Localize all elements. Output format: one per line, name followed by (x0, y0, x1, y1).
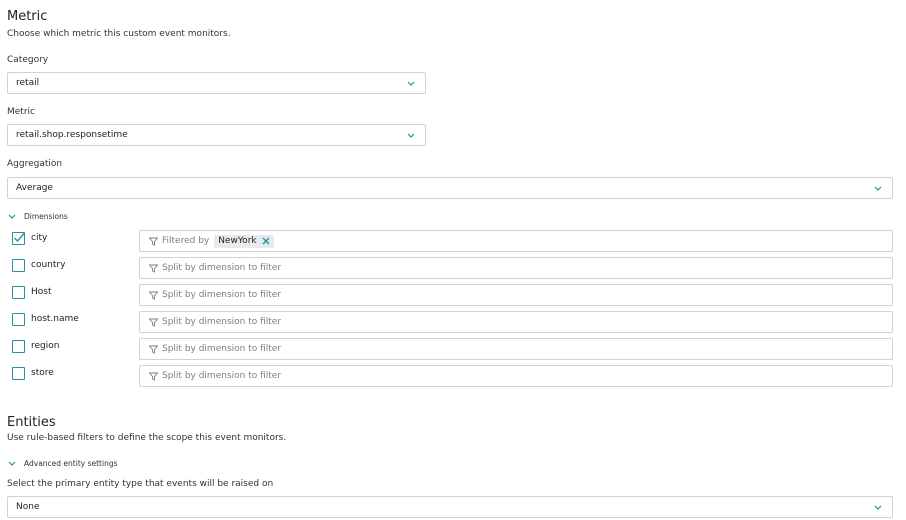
dimension-checkbox-city[interactable] (12, 232, 25, 245)
dimension-checkbox-host-name[interactable] (12, 313, 25, 326)
dimension-row-region: region Split by dimension to filter (12, 338, 893, 360)
category-select[interactable]: retail (7, 72, 426, 94)
dimension-filter-store[interactable]: Split by dimension to filter (139, 365, 893, 387)
chevron-down-icon (8, 212, 18, 220)
chevron-down-icon (873, 497, 883, 517)
filter-icon (149, 264, 158, 273)
category-label: Category (7, 55, 49, 65)
dimension-name: region (31, 341, 60, 351)
filter-icon (149, 291, 158, 300)
category-value: retail (16, 78, 40, 88)
dimension-checkbox-region[interactable] (12, 340, 25, 353)
aggregation-label: Aggregation (7, 159, 63, 169)
chevron-down-icon (8, 459, 18, 467)
metric-value: retail.shop.responsetime (16, 130, 128, 140)
dimension-name: country (31, 260, 66, 270)
entity-type-select[interactable]: None (7, 496, 893, 518)
dimensions-toggle[interactable]: Dimensions (8, 210, 68, 222)
chevron-down-icon (406, 125, 416, 145)
filter-chip: NewYork (214, 234, 274, 248)
dimension-filter-host[interactable]: Split by dimension to filter (139, 284, 893, 306)
dimension-row-host: Host Split by dimension to filter (12, 284, 893, 306)
metric-label: Metric (7, 107, 35, 117)
dimension-name: host.name (31, 314, 79, 324)
dimension-filter-host-name[interactable]: Split by dimension to filter (139, 311, 893, 333)
metric-section-description: Choose which metric this custom event mo… (7, 29, 231, 39)
dimension-name: Host (31, 287, 52, 297)
filter-placeholder: Split by dimension to filter (162, 371, 282, 381)
entity-type-label: Select the primary entity type that even… (7, 479, 274, 489)
check-icon (14, 233, 25, 243)
dimension-filter-country[interactable]: Split by dimension to filter (139, 257, 893, 279)
dimension-row-city: city Filtered by NewYork (12, 230, 893, 252)
filter-placeholder: Split by dimension to filter (162, 317, 282, 327)
filter-icon (149, 345, 158, 354)
filter-icon (149, 372, 158, 381)
filter-placeholder: Split by dimension to filter (162, 344, 282, 354)
metric-select[interactable]: retail.shop.responsetime (7, 124, 426, 146)
aggregation-value: Average (16, 183, 53, 193)
dimension-row-country: country Split by dimension to filter (12, 257, 893, 279)
filter-placeholder: Split by dimension to filter (162, 290, 282, 300)
dimension-filter-region[interactable]: Split by dimension to filter (139, 338, 893, 360)
filter-prefix: Filtered by (162, 236, 210, 246)
metric-section-title: Metric (7, 9, 48, 24)
advanced-entity-settings-label: Advanced entity settings (24, 458, 118, 468)
dimension-name: city (31, 233, 48, 243)
filter-icon (149, 318, 158, 327)
dimension-row-store: store Split by dimension to filter (12, 365, 893, 387)
chevron-down-icon (873, 178, 883, 198)
chevron-down-icon (406, 73, 416, 93)
filter-placeholder: Split by dimension to filter (162, 263, 282, 273)
filter-chip-label: NewYork (218, 236, 257, 246)
close-icon[interactable] (262, 237, 270, 245)
dimensions-toggle-label: Dimensions (24, 211, 68, 221)
dimension-checkbox-store[interactable] (12, 367, 25, 380)
dimension-checkbox-country[interactable] (12, 259, 25, 272)
filter-icon (149, 237, 158, 246)
dimension-checkbox-host[interactable] (12, 286, 25, 299)
entities-section-description: Use rule-based filters to define the sco… (7, 433, 287, 443)
entity-type-value: None (16, 502, 40, 512)
advanced-entity-settings-toggle[interactable]: Advanced entity settings (8, 457, 118, 469)
aggregation-select[interactable]: Average (7, 177, 893, 199)
dimension-name: store (31, 368, 54, 378)
entities-section-title: Entities (7, 415, 56, 430)
dimension-filter-city[interactable]: Filtered by NewYork (139, 230, 893, 252)
dimension-row-host-name: host.name Split by dimension to filter (12, 311, 893, 333)
